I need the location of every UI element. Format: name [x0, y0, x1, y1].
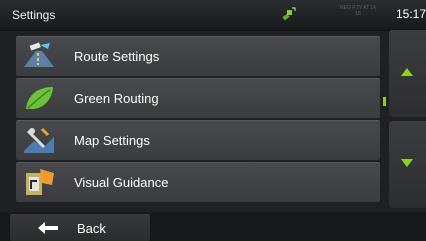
menu-item-label: Green Routing	[74, 91, 159, 106]
scroll-position-indicator	[383, 97, 386, 106]
menu-item-map-settings[interactable]: Map Settings	[16, 120, 380, 160]
menu-item-route-settings[interactable]: Route Settings	[16, 36, 380, 76]
settings-list: Route Settings Green Routing Map Setting…	[16, 36, 380, 202]
page-title: Settings	[12, 8, 56, 22]
menu-item-label: Route Settings	[74, 49, 160, 64]
scroll-down-button[interactable]	[389, 121, 426, 208]
menu-item-visual-guidance[interactable]: Visual Guidance	[16, 162, 380, 202]
map-settings-icon	[22, 125, 56, 155]
satellite-icon	[281, 6, 297, 22]
leaf-icon	[22, 83, 56, 113]
scroll-up-button[interactable]	[389, 30, 426, 117]
back-label: Back	[77, 221, 106, 236]
back-button[interactable]: Back	[10, 214, 150, 241]
menu-item-label: Map Settings	[74, 133, 150, 148]
arrow-left-icon	[38, 222, 58, 234]
arrow-down-icon	[401, 159, 413, 167]
route-settings-icon	[22, 41, 56, 71]
arrow-up-icon	[401, 68, 413, 76]
status-text: REG PTY AT 14 18	[340, 5, 376, 17]
clock: 15:17	[396, 7, 426, 21]
visual-guidance-icon	[22, 167, 56, 197]
menu-item-label: Visual Guidance	[74, 175, 169, 190]
menu-item-green-routing[interactable]: Green Routing	[16, 78, 380, 118]
title-bar: Settings REG PTY AT 14 18 15:17	[0, 0, 426, 31]
